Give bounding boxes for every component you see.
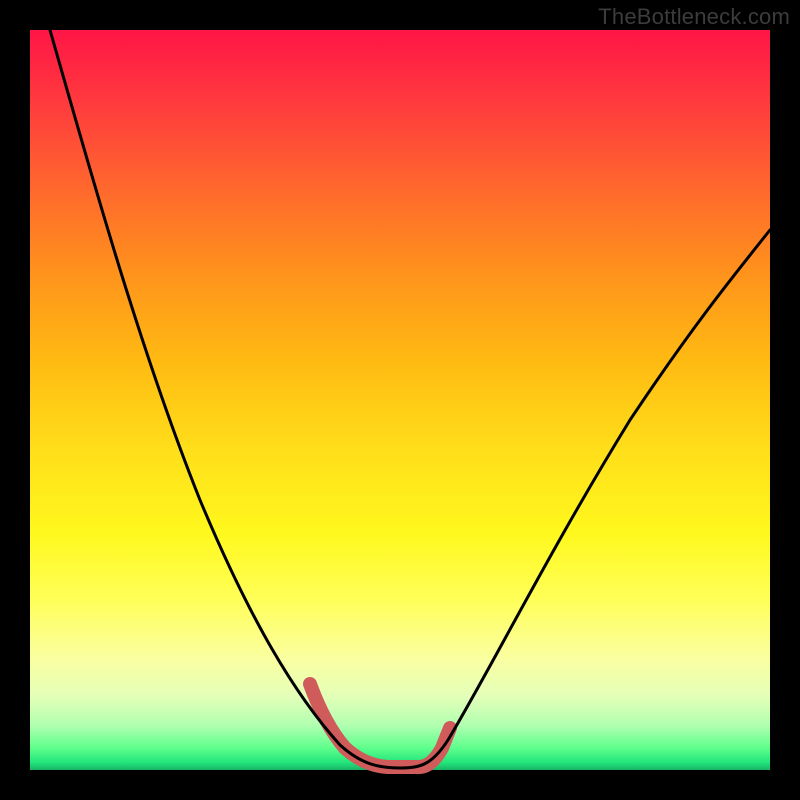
- curve-svg: [30, 30, 770, 770]
- optimal-zone-highlight: [310, 684, 450, 767]
- plot-area: [30, 30, 770, 770]
- watermark-text: TheBottleneck.com: [598, 4, 790, 30]
- bottleneck-curve: [50, 30, 770, 768]
- chart-container: TheBottleneck.com: [0, 0, 800, 800]
